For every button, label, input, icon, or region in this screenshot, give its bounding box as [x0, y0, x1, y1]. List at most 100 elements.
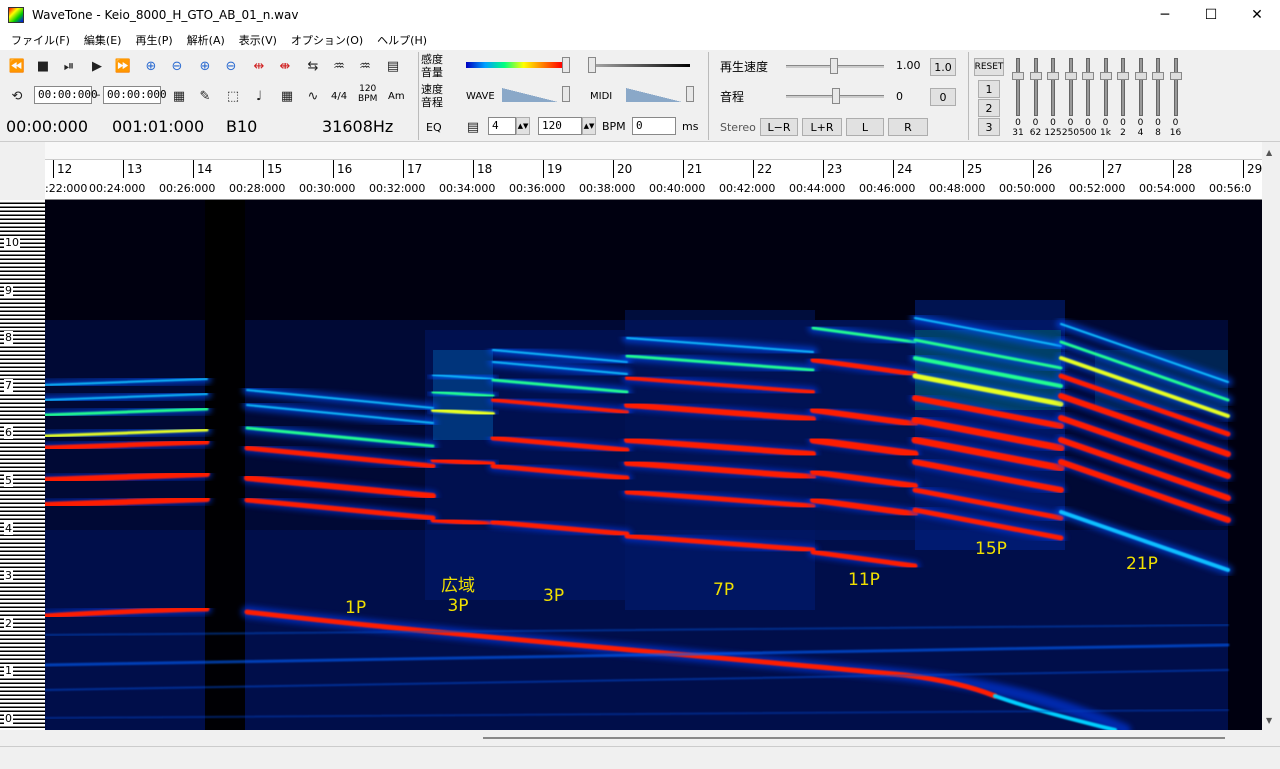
playback-speed-reset-button[interactable]: 1.0: [930, 58, 956, 76]
book-icon[interactable]: ▤: [382, 55, 404, 77]
ms-label: ms: [682, 120, 699, 133]
eq-preset-2-button[interactable]: 2: [978, 99, 1000, 117]
bar-number: 26: [1037, 162, 1053, 176]
wave-mode-icon[interactable]: ♒: [328, 55, 350, 77]
ms-field[interactable]: 0: [632, 117, 676, 135]
pause-play-icon[interactable]: ⏯: [58, 55, 80, 77]
eq-slider-track[interactable]: [1051, 58, 1055, 116]
playback-speed-thumb[interactable]: [830, 58, 838, 74]
expand-icon[interactable]: ⇹: [248, 55, 270, 77]
eq-slider-track[interactable]: [1033, 58, 1038, 116]
zoom-in-h-icon[interactable]: ⊕: [140, 55, 162, 77]
table-icon[interactable]: ▦: [276, 85, 298, 107]
grid-icon[interactable]: ▦: [168, 85, 190, 107]
time-label: 00:42:000: [719, 182, 776, 195]
close-button[interactable]: ✕: [1234, 0, 1280, 30]
eq-slider-thumb[interactable]: [1152, 72, 1164, 80]
octave-label: 3: [4, 569, 13, 583]
wave-slider-thumb[interactable]: [562, 86, 570, 102]
horizontal-scroll-thumb[interactable]: [483, 737, 1225, 739]
eq-slider-thumb[interactable]: [1169, 72, 1182, 80]
eq-slider-thumb[interactable]: [1012, 72, 1024, 80]
fast-forward-icon[interactable]: ⏩: [112, 55, 134, 77]
menu-file[interactable]: ファイル(F): [4, 32, 77, 48]
eq-reset-button[interactable]: RESET: [974, 58, 1004, 76]
menu-options[interactable]: オプション(O): [284, 32, 370, 48]
eq-slider-thumb[interactable]: [1117, 72, 1129, 80]
eq-preset-1-button[interactable]: 1: [978, 80, 1000, 98]
volume-slider-thumb[interactable]: [588, 57, 596, 73]
bpm-icon[interactable]: 120 BPM: [358, 84, 377, 104]
bar-number: 18: [477, 162, 493, 176]
time-signature-icon[interactable]: 4/4: [331, 91, 347, 102]
eq-slider-thumb[interactable]: [1099, 72, 1112, 80]
maximize-button[interactable]: ☐: [1188, 0, 1234, 30]
eq-slider-track[interactable]: [1156, 58, 1160, 116]
eq-slider-track[interactable]: [1138, 58, 1143, 116]
eq-slider-track[interactable]: [1121, 58, 1125, 116]
select-icon[interactable]: ⬚: [222, 85, 244, 107]
sensitivity-slider-thumb[interactable]: [562, 57, 570, 73]
note-icon[interactable]: ♩: [248, 85, 270, 107]
pitch-shift-reset-button[interactable]: 0: [930, 88, 956, 106]
l-minus-r-button[interactable]: L−R: [760, 118, 798, 136]
bar-number: 13: [127, 162, 143, 176]
eq-slider-track[interactable]: [1086, 58, 1090, 116]
eq-value: 0: [1172, 118, 1179, 128]
stop-icon[interactable]: ■: [32, 55, 54, 77]
eq-band-label: 16: [1169, 128, 1182, 138]
wave-volume-slider[interactable]: [502, 88, 558, 102]
l-plus-r-button[interactable]: L+R: [802, 118, 842, 136]
bar-tick: [403, 160, 404, 178]
menu-play[interactable]: 再生(P): [128, 32, 179, 48]
piano-keyboard[interactable]: 10 9 8 7 6 5 4 3 2 1 0: [0, 200, 45, 730]
minimize-button[interactable]: ─: [1142, 0, 1188, 30]
pen-icon[interactable]: ✎: [194, 85, 216, 107]
divider: [968, 52, 969, 140]
eq-slider-thumb[interactable]: [1064, 72, 1077, 80]
annotation-wide-3p-label: 3P: [447, 596, 469, 616]
eq-slider-thumb[interactable]: [1047, 72, 1059, 80]
loop-icon[interactable]: ⟲: [6, 85, 28, 107]
wave-mode2-icon[interactable]: ♒: [354, 55, 376, 77]
eq-preset-3-button[interactable]: 3: [978, 118, 1000, 136]
midi-volume-slider[interactable]: [626, 88, 682, 102]
vertical-scrollbar[interactable]: ▲ ▼: [1262, 142, 1280, 730]
menu-analyze[interactable]: 解析(A): [180, 32, 232, 48]
chord-icon[interactable]: Am: [388, 91, 405, 102]
right-channel-button[interactable]: R: [888, 118, 928, 136]
scroll-down-icon[interactable]: ▼: [1266, 716, 1272, 725]
zoom-in-v-icon[interactable]: ⊕: [194, 55, 216, 77]
menu-help[interactable]: ヘルプ(H): [370, 32, 434, 48]
midi-slider-thumb[interactable]: [686, 86, 694, 102]
beats-field[interactable]: 4: [488, 117, 516, 135]
curve-icon[interactable]: ∿: [302, 85, 324, 107]
left-channel-button[interactable]: L: [846, 118, 884, 136]
shrink-icon[interactable]: ⇼: [274, 55, 296, 77]
menu-edit[interactable]: 編集(E): [77, 32, 129, 48]
loop-start-field[interactable]: 00:00:000: [34, 86, 98, 104]
horizontal-scrollbar[interactable]: [0, 730, 1280, 746]
eq-slider-thumb[interactable]: [1134, 72, 1147, 80]
scroll-up-icon[interactable]: ▲: [1266, 148, 1272, 157]
bpm-field[interactable]: 120: [538, 117, 582, 135]
eq-slider-thumb[interactable]: [1029, 72, 1042, 80]
zoom-out-h-icon[interactable]: ⊖: [166, 55, 188, 77]
eq-slider-thumb[interactable]: [1082, 72, 1094, 80]
bpm-spinner[interactable]: ▲▼: [582, 117, 596, 135]
beats-spinner[interactable]: ▲▼: [516, 117, 530, 135]
menu-view[interactable]: 表示(V): [232, 32, 284, 48]
zoom-out-v-icon[interactable]: ⊖: [220, 55, 242, 77]
loop-end-field[interactable]: 00:00:000: [103, 86, 167, 104]
play-icon[interactable]: ▶: [86, 55, 108, 77]
rewind-icon[interactable]: ⏪: [6, 55, 28, 77]
volume-track[interactable]: [592, 64, 690, 67]
eq-slider-track[interactable]: [1016, 58, 1020, 116]
time-ruler[interactable]: 12 13 14 15 16 17 18 19 20 21 22 23 24 25 26 27 28 29:22:…: [45, 142, 1262, 200]
spectrogram[interactable]: 1P 広域 3P 3P 7P 11P 15P 21P: [45, 200, 1262, 730]
swap-icon[interactable]: ⇆: [302, 55, 324, 77]
pitch-shift-thumb[interactable]: [832, 88, 840, 104]
eq-slider-track[interactable]: [1103, 58, 1108, 116]
eq-slider-track[interactable]: [1068, 58, 1073, 116]
eq-slider-track[interactable]: [1173, 58, 1178, 116]
